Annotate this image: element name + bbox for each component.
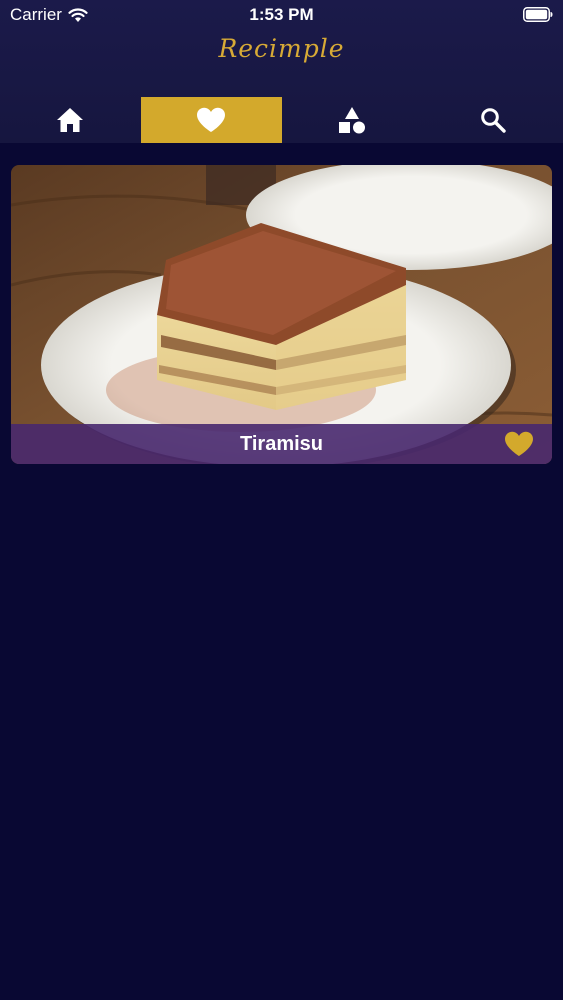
tab-search[interactable] [422,97,563,143]
recipe-photo [11,165,552,464]
home-icon [57,108,84,132]
status-bar: Carrier 1:53 PM [0,0,563,30]
tab-bar [0,97,563,143]
recipe-caption-bar: Tiramisu [11,424,552,464]
favorite-heart-icon[interactable] [504,431,534,457]
recipe-card[interactable]: Tiramisu [11,165,552,464]
recipe-title: Tiramisu [240,432,323,455]
app-logo: Recimple [218,34,345,63]
app-header: Carrier 1:53 PM Recimple [0,0,563,143]
search-icon [480,108,506,133]
tab-categories[interactable] [282,97,423,143]
tab-favorites[interactable] [140,97,282,143]
battery-icon [523,7,553,22]
tab-home[interactable] [0,97,141,143]
shapes-icon [338,107,365,134]
heart-icon [197,107,226,132]
status-time: 1:53 PM [249,5,314,24]
